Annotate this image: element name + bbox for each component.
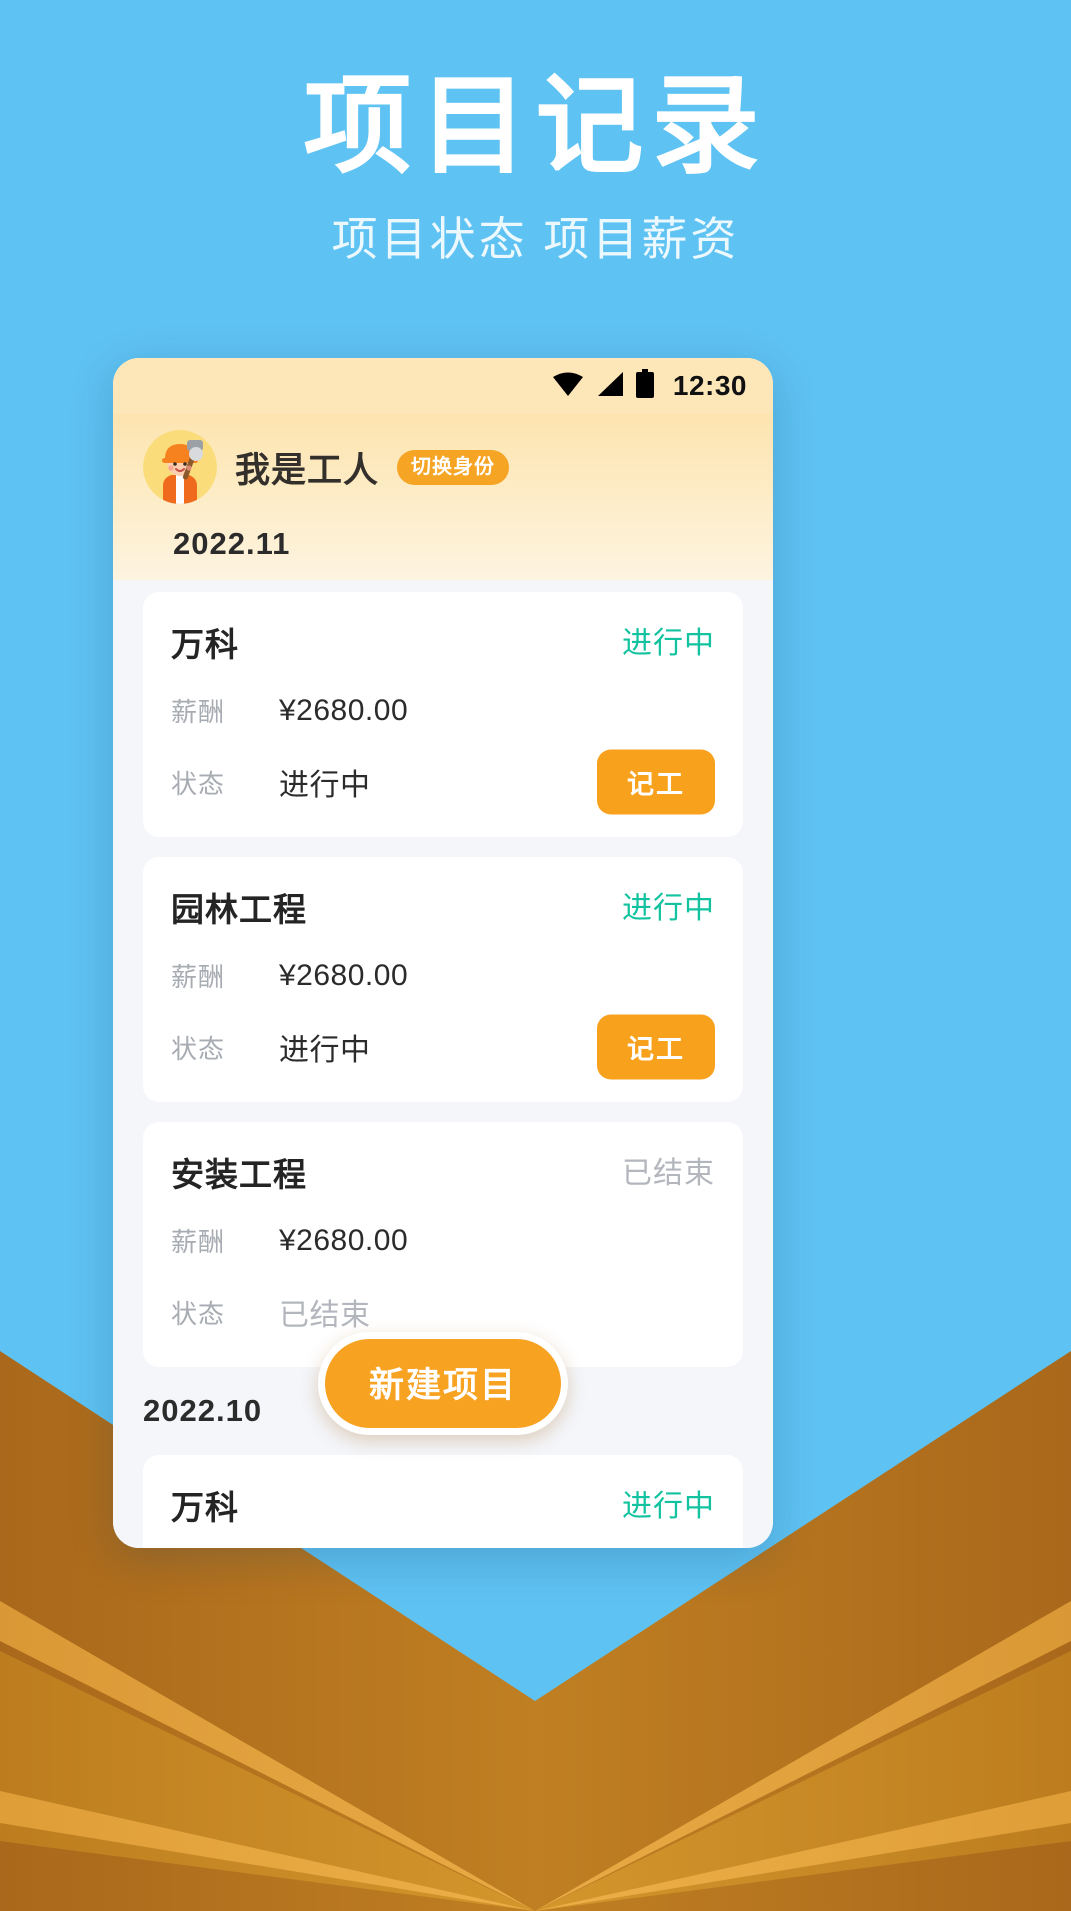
salary-label: 薪酬 [171,697,226,727]
salary-value: ¥2680.00 [279,958,409,992]
profile-row[interactable]: 我是工人 切换身份 [143,430,743,526]
status-badge: 进行中 [622,627,715,660]
signal-icon [595,370,625,403]
project-name: 万科 [171,1489,239,1526]
page-subtitle: 项目状态 项目薪资 [331,213,740,266]
status-bar-clock: 12:30 [672,370,747,401]
record-work-button[interactable]: 记工 [597,749,715,815]
switch-identity-button[interactable]: 切换身份 [397,449,510,485]
wifi-icon [551,370,585,403]
phone-status-bar: 12:30 [113,358,773,414]
profile-name: 我是工人 [235,450,380,490]
salary-value: ¥2680.00 [279,693,409,727]
profile-header-band: 我是工人 切换身份 2022.11 [113,414,773,580]
card-header: 园林工程 进行中 [171,883,715,931]
salary-label: 薪酬 [171,962,226,992]
project-card[interactable]: 万科 进行中 薪酬 ¥2680.00 状态 进行中 记工 [143,592,743,837]
card-header: 万科 进行中 [171,1481,715,1529]
project-card[interactable]: 安装工程 已结束 薪酬 ¥2680.00 状态 已结束 [143,1122,743,1367]
page-title: 项目记录 [303,65,768,186]
status-value: 进行中 [279,769,371,802]
phone-mockup: 12:30 我是工人 切换身份 2022.11 万科 进行中 薪酬 ¥2680.… [113,358,773,1548]
status-label: 状态 [171,1298,226,1329]
status-value: 已结束 [279,1299,371,1332]
promo-screenshot-root: 项目记录 项目状态 项目薪资 12:30 我是工人 切换身份 2022.11 万… [0,0,1071,1911]
salary-value: ¥2680.00 [279,1223,409,1257]
status-row: 状态 进行中 记工 [171,749,715,815]
status-label: 状态 [171,1033,226,1064]
record-work-button[interactable]: 记工 [597,1014,715,1080]
month-label: 2022.11 [173,526,291,561]
month-group: 万科 进行中 薪酬 ¥2680.00 状态 进行中 记工 园林工程 进行中 薪酬… [113,580,773,1367]
card-header: 安装工程 已结束 [171,1148,715,1196]
salary-row: 薪酬 ¥2680.00 [171,692,715,729]
status-badge: 已结束 [622,1157,715,1190]
project-card[interactable]: 园林工程 进行中 薪酬 ¥2680.00 状态 进行中 记工 [143,857,743,1102]
salary-row: 薪酬 ¥2680.00 [171,1222,715,1259]
worker-avatar-icon [143,430,217,504]
project-name: 园林工程 [171,891,307,928]
card-header: 万科 进行中 [171,618,715,666]
month-group: 万科 进行中 薪酬 ¥2680.00 状态 进行中 记工 [113,1443,773,1548]
salary-label: 薪酬 [171,1227,226,1257]
status-badge: 进行中 [622,1490,715,1523]
salary-row: 薪酬 ¥2680.00 [171,957,715,994]
status-label: 状态 [171,768,226,799]
project-name: 安装工程 [171,1156,307,1193]
project-card[interactable]: 万科 进行中 薪酬 ¥2680.00 状态 进行中 记工 [143,1455,743,1548]
hero-header: 项目记录 项目状态 项目薪资 [0,0,1071,269]
status-row: 状态 进行中 记工 [171,1014,715,1080]
status-badge: 进行中 [622,892,715,925]
status-value: 进行中 [279,1034,371,1067]
project-name: 万科 [171,626,239,663]
new-project-button[interactable]: 新建项目 [317,1332,569,1435]
battery-icon [635,368,655,404]
